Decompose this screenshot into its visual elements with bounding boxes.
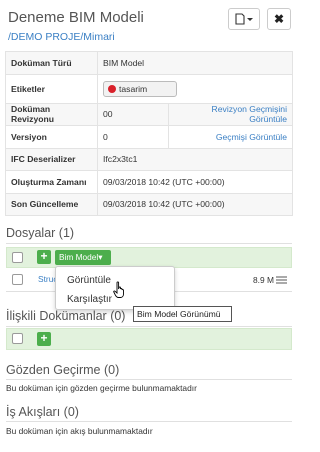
tag-label: tasarim — [119, 83, 148, 94]
created-label: Oluşturma Zamanı — [5, 170, 98, 194]
reviews-divider — [6, 379, 292, 380]
related-section-title: İlişkili Dokümanlar (0) — [6, 309, 126, 323]
add-related-button[interactable]: + — [37, 332, 51, 346]
workflows-empty-text: Bu doküman için akış bulunmamaktadır — [6, 426, 153, 436]
files-divider — [6, 243, 292, 244]
files-section-title: Dosyalar (1) — [6, 226, 75, 240]
breadcrumb[interactable]: /DEMO PROJE/Mimari — [8, 31, 115, 43]
doc-type-value: BIM Model — [97, 51, 293, 75]
document-header: Deneme BIM Modeli /DEMO PROJE/Mimari ✖ — [0, 0, 297, 48]
view-menu-item[interactable]: Görüntüle — [67, 275, 111, 286]
plus-icon: + — [40, 249, 48, 263]
close-icon: ✖ — [273, 12, 285, 26]
hand-cursor-icon — [113, 281, 124, 298]
table-row: Son Güncelleme 09/03/2018 10:42 (UTC +00… — [5, 192, 293, 216]
reviews-section-title: Gözden Geçirme (0) — [6, 363, 120, 377]
tag-color-icon — [108, 84, 116, 93]
page-title: Deneme BIM Modeli — [8, 9, 144, 26]
related-divider — [6, 326, 292, 327]
version-label: Versiyon — [5, 125, 98, 149]
reviews-empty-text: Bu doküman için gözden geçirme bulunmama… — [6, 383, 197, 393]
revision-value: 00 — [97, 102, 169, 126]
revision-history-link[interactable]: Revizyon Geçmişini Görüntüle — [168, 102, 293, 126]
document-icon — [235, 13, 253, 25]
revision-label: Doküman Revizyonu — [5, 102, 98, 126]
properties-table: Doküman Türü BIM Model Etiketler tasarim… — [5, 51, 293, 216]
updated-label: Son Güncelleme — [5, 192, 98, 216]
table-row: Etiketler tasarim — [5, 73, 293, 104]
created-value: 09/03/2018 10:42 (UTC +00:00) — [97, 170, 293, 194]
select-all-checkbox[interactable] — [12, 252, 23, 263]
ifc-value: Ifc2x3tc1 — [97, 147, 293, 171]
compare-menu-item[interactable]: Karşılaştır — [67, 294, 112, 305]
version-history-link[interactable]: Geçmişi Görüntüle — [168, 125, 293, 149]
tags-label: Etiketler — [5, 73, 98, 104]
close-button[interactable]: ✖ — [267, 8, 291, 30]
workflows-section-title: İş Akışları (0) — [6, 405, 79, 419]
file-size: 8.9 M — [253, 275, 274, 285]
tags-cell: tasarim — [97, 73, 293, 104]
tag-badge[interactable]: tasarim — [103, 80, 177, 97]
table-row: Doküman Revizyonu 00 Revizyon Geçmişini … — [5, 102, 293, 126]
table-row: Doküman Türü BIM Model — [5, 51, 293, 75]
updated-value: 09/03/2018 10:42 (UTC +00:00) — [97, 192, 293, 216]
add-file-button[interactable]: + — [37, 250, 51, 264]
table-row: Versiyon 0 Geçmişi Görüntüle — [5, 125, 293, 149]
workflows-divider — [6, 421, 292, 422]
doc-type-label: Doküman Türü — [5, 51, 98, 75]
file-options-icon[interactable] — [276, 276, 287, 284]
bim-model-tooltip: Bim Model Görünümü — [133, 306, 232, 322]
table-row: IFC Deserializer Ifc2x3tc1 — [5, 147, 293, 171]
document-menu-button[interactable] — [228, 8, 260, 30]
file-checkbox[interactable] — [12, 274, 23, 285]
version-value: 0 — [97, 125, 169, 149]
related-select-all-checkbox[interactable] — [12, 333, 23, 344]
table-row: Oluşturma Zamanı 09/03/2018 10:42 (UTC +… — [5, 170, 293, 194]
bim-model-dropdown-button[interactable]: Bim Model▾ — [55, 250, 111, 265]
plus-icon: + — [40, 331, 48, 345]
ifc-label: IFC Deserializer — [5, 147, 98, 171]
